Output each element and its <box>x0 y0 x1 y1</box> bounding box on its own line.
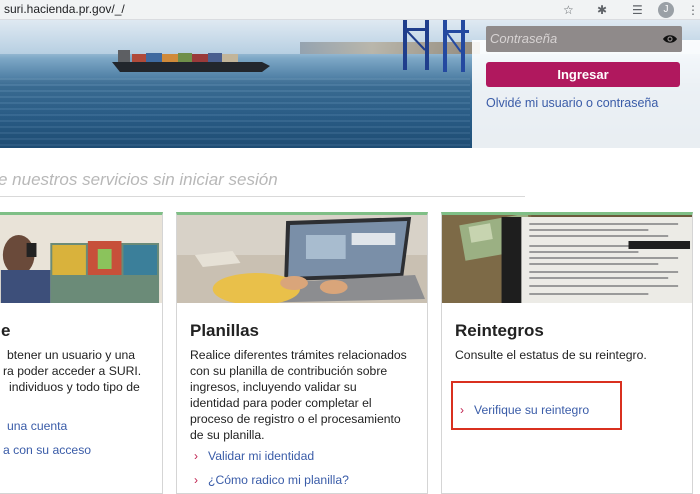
card-description: Realice diferentes trámites relacionados… <box>190 347 424 443</box>
how-to-file-link[interactable]: › ¿Cómo radico mi planilla? <box>194 473 349 487</box>
desc-line: identidad para poder completar el <box>190 396 372 410</box>
login-panel <box>472 40 700 148</box>
port-cranes-image <box>403 20 469 72</box>
divider <box>0 196 525 197</box>
desc-line: con su planilla de contribución sobre <box>190 364 388 378</box>
hero-water <box>0 78 470 148</box>
card-planillas: Planillas Realice diferentes trámites re… <box>176 212 428 494</box>
desc-line: ra poder acceder a SURI. <box>3 364 142 378</box>
create-account-link[interactable]: una cuenta <box>7 419 67 433</box>
desc-line: btener un usuario y una <box>7 348 136 362</box>
card-reintegros: Reintegros Consulte el estatus de su rei… <box>441 212 693 494</box>
star-icon[interactable]: ☆ <box>563 2 574 18</box>
card-title: Planillas <box>190 321 259 340</box>
password-placeholder: Contraseña <box>490 31 558 46</box>
card-description: Consulte el estatus de su reintegro. <box>455 347 689 363</box>
list-icon[interactable]: ☰ <box>632 2 643 18</box>
desc-line: individuos y todo tipo de <box>9 380 140 394</box>
services-heading: e nuestros servicios sin iniciar sesión <box>0 170 278 189</box>
forgot-credentials-link[interactable]: Olvidé mi usuario o contraseña <box>486 96 658 110</box>
access-help-link[interactable]: a con su acceso <box>3 443 91 457</box>
puzzle-icon[interactable]: ✱ <box>597 2 607 18</box>
desc-line: Realice diferentes trámites relacionados <box>190 348 407 362</box>
laptop-typing-image <box>177 215 427 303</box>
link-label: ¿Cómo radico mi planilla? <box>208 473 349 487</box>
validate-identity-link[interactable]: › Validar mi identidad <box>194 449 314 463</box>
chevron-right-icon: › <box>194 473 198 487</box>
kebab-menu-icon[interactable]: ⋮ <box>687 2 699 18</box>
chevron-right-icon: › <box>194 449 198 463</box>
people-on-couch-image <box>0 215 162 303</box>
desc-line: proceso de registro o el procesamiento <box>190 412 401 426</box>
password-input[interactable]: Contraseña <box>486 26 682 52</box>
login-button[interactable]: Ingresar <box>486 62 680 87</box>
link-label: Validar mi identidad <box>208 449 315 463</box>
desc-line: de su planilla. <box>190 428 265 442</box>
card-description: btener un usuario y una ra poder acceder… <box>1 347 141 395</box>
address-bar[interactable]: suri.hacienda.pr.gov/_/ <box>4 2 125 16</box>
cargo-ship-image <box>112 50 270 72</box>
browser-toolbar: suri.hacienda.pr.gov/_/ ☆ ✱ ☰ J ⋮ <box>0 0 700 20</box>
desc-line: ingresos, incluyendo validar su <box>190 380 357 394</box>
desc-line: Consulte el estatus de su reintegro. <box>455 348 647 362</box>
highlight-annotation <box>451 381 622 430</box>
tax-form-money-image <box>442 215 692 303</box>
card-title: Reintegros <box>455 321 544 340</box>
avatar[interactable]: J <box>658 2 674 18</box>
eye-icon[interactable] <box>662 31 678 47</box>
card-title: e <box>1 321 11 340</box>
card-registro: e btener un usuario y una ra poder acced… <box>0 212 163 494</box>
